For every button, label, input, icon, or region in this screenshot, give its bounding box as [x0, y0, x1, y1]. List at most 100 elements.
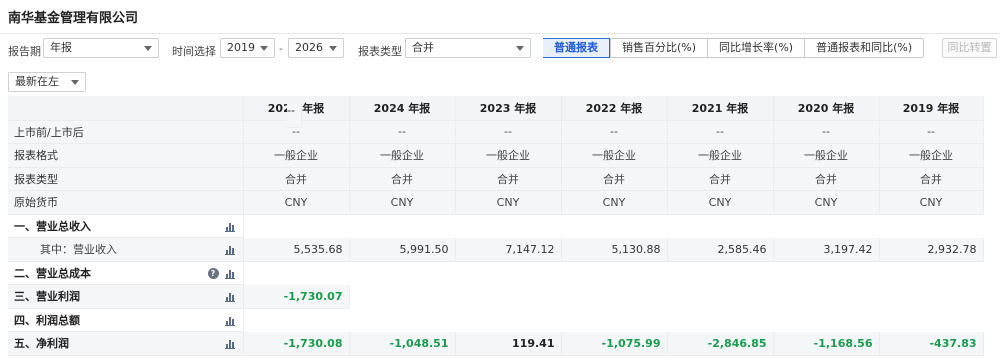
table-cell: CNY [455, 190, 562, 215]
row-label-cell: 报表类型 [8, 167, 244, 191]
report-view-tabs: 普通报表 销售百分比(%) 同比增长率(%) 普通报表和同比(%) [543, 38, 925, 58]
report-period-value: 年报 [50, 41, 72, 54]
year-from-select[interactable]: 2019 [220, 38, 275, 58]
column-header[interactable]: 2019 年报 [879, 96, 984, 121]
table-cell: 一般企业 [773, 143, 880, 168]
table-cell: -1,048.51 [349, 331, 456, 356]
report-type-value: 合并 [412, 41, 434, 54]
table-cell: -- [349, 120, 456, 144]
table-row: 五、净利润 -1,730.08 -1,048.51 119.41 -1,075.99 -2… [8, 331, 984, 356]
row-label: 三、营业利润 [14, 290, 80, 304]
bar-chart-icon[interactable] [224, 292, 235, 302]
bar-chart-icon[interactable] [224, 222, 235, 232]
tab-sales-percent[interactable]: 销售百分比(%) [610, 39, 708, 57]
table-cell: -- [561, 120, 668, 144]
row-label: 一、营业总收入 [14, 219, 91, 233]
table-cell: 一般企业 [667, 143, 774, 168]
table-cell: 119.41 [455, 331, 562, 356]
table-cell: -- [455, 120, 562, 144]
table-cell: -- [773, 120, 880, 144]
table-cell: 合并 [667, 167, 774, 191]
column-header[interactable]: 2020 年报 [773, 96, 880, 121]
row-label-cell: 原始货币 [8, 190, 244, 215]
row-label-cell: 四、利润总额 [8, 308, 244, 332]
table-cell: 5,991.50 [349, 237, 456, 262]
row-label: 上市前/上市后 [14, 125, 84, 139]
column-header[interactable]: 2021 年报 [667, 96, 774, 121]
table-cell: CNY [349, 190, 456, 215]
chevron-down-icon [144, 46, 152, 51]
row-label-cell: 报表格式 [8, 143, 244, 168]
table-cell: -- [287, 104, 302, 128]
sort-order-value: 最新在左 [15, 75, 59, 88]
header-blank-cell [8, 96, 244, 121]
column-header[interactable]: 2023 年报 [455, 96, 562, 121]
title-bar: 南华基金管理有限公司 [0, 0, 1000, 34]
table-cell: -1,075.99 [561, 331, 668, 356]
table-cell: -437.83 [879, 331, 984, 356]
table-cell: -2,846.85 [667, 331, 774, 356]
row-label: 原始货币 [14, 196, 58, 210]
table-cell: 2,932.78 [879, 237, 984, 262]
table-row: 上市前/上市后 -- -- -- -- -- -- -- [8, 120, 984, 144]
table-cell: 合并 [773, 167, 880, 191]
table-cell: -- [879, 120, 984, 144]
row-label-cell: 其中：营业收入 [8, 237, 244, 262]
filter-bar: 报告期 年报 时间选择 2019 - 2026 报表类型 合并 普通报表 销售百… [0, 34, 1000, 70]
sort-row: 最新在左 [0, 70, 1000, 96]
table-cell: 一般企业 [243, 143, 350, 168]
table-cell: CNY [667, 190, 774, 215]
table-cell: -1,168.56 [773, 331, 880, 356]
table-cell: CNY [561, 190, 668, 215]
bar-chart-icon[interactable] [224, 339, 235, 349]
table-cell: -1,730.07 [243, 284, 350, 309]
row-label-cell: 二、营业总成本? [8, 261, 244, 285]
help-icon[interactable]: ? [207, 267, 219, 279]
table-row: 原始货币 CNY CNY CNY CNY CNY CNY CNY [8, 190, 984, 215]
table-row: 四、利润总额 -- -- -- -- -- -- -- [8, 104, 983, 332]
table-cell: CNY [879, 190, 984, 215]
range-dash: - [279, 42, 283, 55]
tab-yoy-growth[interactable]: 同比增长率(%) [707, 39, 805, 57]
bar-chart-icon[interactable] [224, 245, 235, 255]
table-row: 报表格式 一般企业 一般企业 一般企业 一般企业 一般企业 一般企业 一般企业 [8, 143, 984, 168]
sort-order-select[interactable]: 最新在左 [8, 72, 86, 92]
chevron-down-icon [329, 46, 337, 51]
table-cell: CNY [773, 190, 880, 215]
table-row: 一、营业总收入-------------- [8, 104, 983, 238]
chevron-down-icon [71, 80, 79, 85]
tab-normal-report[interactable]: 普通报表 [543, 38, 610, 58]
year-from-value: 2019 [227, 41, 255, 54]
row-label: 二、营业总成本 [14, 266, 91, 280]
row-label-cell: 五、净利润 [8, 331, 244, 356]
table-cell: -1,730.08 [243, 331, 350, 356]
table-cell: 一般企业 [561, 143, 668, 168]
bar-chart-icon[interactable] [224, 269, 235, 279]
table-row: 其中：营业收入 5,535.68 5,991.50 7,147.12 5,130.88 2… [8, 237, 984, 262]
row-label: 四、利润总额 [14, 313, 80, 327]
table-row: 报表类型 合并 合并 合并 合并 合并 合并 合并 [8, 167, 984, 191]
chevron-down-icon [516, 46, 524, 51]
table-cell: 合并 [561, 167, 668, 191]
yoy-transpose-button[interactable]: 同比转置 [942, 38, 997, 58]
report-period-select[interactable]: 年报 [43, 38, 159, 58]
table-cell: 合并 [879, 167, 984, 191]
row-label: 报表类型 [14, 172, 58, 186]
table-cell: 5,130.88 [561, 237, 668, 262]
table-cell: 一般企业 [349, 143, 456, 168]
table-cell: 一般企业 [879, 143, 984, 168]
table-cell: 一般企业 [455, 143, 562, 168]
report-type-label: 报表类型 [358, 45, 402, 58]
year-to-select[interactable]: 2026 [288, 38, 344, 58]
table-cell: 合并 [243, 167, 350, 191]
company-name: 南华基金管理有限公司 [8, 11, 139, 26]
column-header[interactable]: 2024 年报 [349, 96, 456, 121]
bar-chart-icon[interactable] [224, 316, 235, 326]
table-cell: 3,197.42 [773, 237, 880, 262]
table-row: 二、营业总成本?-------------- [8, 104, 983, 285]
year-to-value: 2026 [295, 41, 323, 54]
tab-normal-and-yoy[interactable]: 普通报表和同比(%) [804, 39, 924, 57]
report-type-select[interactable]: 合并 [405, 38, 531, 58]
column-header[interactable]: 2022 年报 [561, 96, 668, 121]
row-label-cell: 上市前/上市后 [8, 120, 244, 144]
